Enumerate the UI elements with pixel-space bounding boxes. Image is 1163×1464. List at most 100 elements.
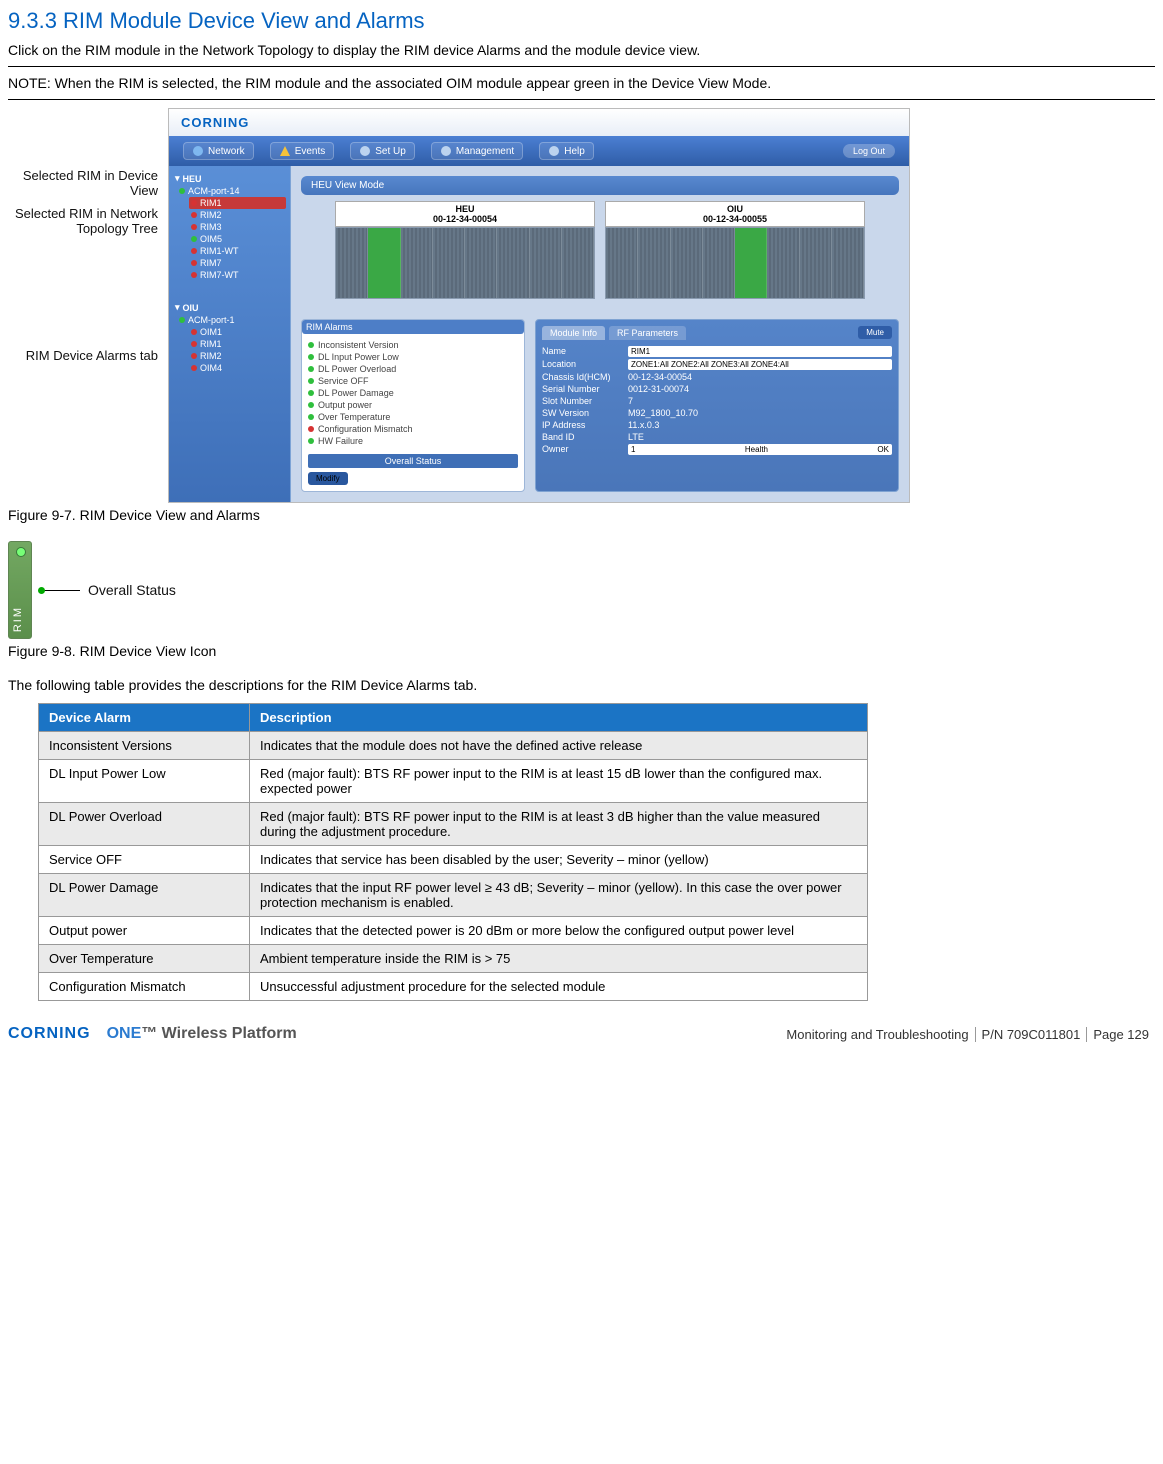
alarm-item: Configuration Mismatch [308,424,518,434]
alarm-item: Over Temperature [308,412,518,422]
alarm-item: HW Failure [308,436,518,446]
tree-node[interactable]: ACM-port-14 [177,185,286,197]
alarm-label: Output power [318,400,372,410]
status-led-icon [191,353,197,359]
alarm-label: DL Input Power Low [318,352,399,362]
cell-desc: Unsuccessful adjustment procedure for th… [250,973,868,1001]
toolbar-network-label: Network [208,146,245,157]
status-led-icon [179,188,185,194]
tree-label: RIM2 [200,351,222,361]
toolbar-management[interactable]: Management [431,142,523,160]
prop-key: Slot Number [542,396,622,406]
status-led-icon [191,272,197,278]
rack-serial: 00-12-34-00054 [433,214,497,224]
prop-val: 1 [631,445,635,454]
tree-label: RIM7 [200,258,222,268]
prop-val: RIM1 [628,346,892,357]
callout-1: Selected RIM in Device View [8,168,158,198]
overall-status-callout: Overall Status [88,582,176,598]
properties-panel: Mute Module Info RF Parameters NameRIM1 … [535,319,899,492]
tree-node[interactable]: RIM3 [189,221,286,233]
col-header-alarm: Device Alarm [39,704,250,732]
tree-label: OIM4 [200,363,222,373]
toolbar-setup[interactable]: Set Up [350,142,415,160]
one-suffix: Wireless Platform [157,1025,296,1042]
tab-module-info[interactable]: Module Info [542,326,605,340]
tree-node[interactable]: RIM2 [189,350,286,362]
cell-alarm: Service OFF [39,846,250,874]
tree-node[interactable]: RIM2 [189,209,286,221]
status-led-icon [191,236,197,242]
status-led-icon [191,329,197,335]
cell-desc: Ambient temperature inside the RIM is > … [250,945,868,973]
status-led-icon [308,438,314,444]
tree-node[interactable]: RIM1-WT [189,245,286,257]
status-led-icon [191,200,197,206]
cell-desc: Red (major fault): BTS RF power input to… [250,760,868,803]
rack-heu[interactable]: HEU00-12-34-00054 [335,201,595,299]
alarm-label: Over Temperature [318,412,390,422]
tab-rf-parameters[interactable]: RF Parameters [609,326,686,340]
tree-label: OIM5 [200,234,222,244]
divider [8,99,1155,100]
tree-label: HEU [183,174,202,184]
alarm-label: DL Power Overload [318,364,396,374]
status-led-icon [191,341,197,347]
cell-alarm: Configuration Mismatch [39,973,250,1001]
tree-label: OIM1 [200,327,222,337]
status-led-icon [191,260,197,266]
tree-node[interactable]: RIM1 [189,338,286,350]
alarm-label: DL Power Damage [318,388,394,398]
toolbar-management-label: Management [456,146,514,157]
rack-oiu[interactable]: OIU00-12-34-00055 [605,201,865,299]
note-text: NOTE: When the RIM is selected, the RIM … [8,75,1155,91]
status-led-icon [308,414,314,420]
prop-val: 7 [628,396,892,406]
rack-serial: 00-12-34-00055 [703,214,767,224]
icon-figure: RIM Overall Status [8,541,1155,639]
modify-button[interactable]: Modify [308,472,348,485]
alarm-label: Inconsistent Version [318,340,399,350]
tree-node[interactable]: OIM5 [189,233,286,245]
logout-button[interactable]: Log Out [843,144,895,158]
alarm-item: DL Power Overload [308,364,518,374]
health-value: OK [877,445,889,454]
cell-desc: Indicates that the detected power is 20 … [250,917,868,945]
toolbar-events-label: Events [295,146,326,157]
footer-pn: P/N 709C011801 [975,1027,1087,1042]
tree-node-selected-rim[interactable]: RIM1 [189,197,286,209]
tree-node[interactable]: OIM1 [189,326,286,338]
help-icon [548,145,560,157]
callout-arrow-icon [40,590,80,591]
status-led-icon [308,390,314,396]
alarm-item: Service OFF [308,376,518,386]
topology-tree[interactable]: ▾HEU ACM-port-14 RIM1 RIM2 RIM3 OIM5 RIM… [169,166,291,502]
prop-val: 11.x.0.3 [628,420,892,430]
tree-node[interactable]: OIM4 [189,362,286,374]
mute-button[interactable]: Mute [858,326,892,339]
prop-val: M92_1800_10.70 [628,408,892,418]
toolbar-network[interactable]: Network [183,142,254,160]
rim-device-icon: RIM [8,541,32,639]
alarm-item: DL Input Power Low [308,352,518,362]
tree-node[interactable]: ACM-port-1 [177,314,286,326]
tree-label: RIM1 [200,198,222,208]
prop-key: Band ID [542,432,622,442]
status-led-icon [308,378,314,384]
toolbar-help[interactable]: Help [539,142,594,160]
status-led-icon [191,365,197,371]
tree-root-oiu[interactable]: ▾OIU [173,301,286,314]
selected-rim-slot[interactable] [368,228,400,298]
prop-key: IP Address [542,420,622,430]
tree-label: ACM-port-14 [188,186,240,196]
tree-root-heu[interactable]: ▾HEU [173,172,286,185]
toolbar-events[interactable]: Events [270,142,335,160]
associated-oim-slot[interactable] [735,228,767,298]
app-brand: CORNING [169,109,909,136]
toolbar-help-label: Help [564,146,585,157]
tree-node[interactable]: RIM7-WT [189,269,286,281]
alarms-panel: RIM Alarms Inconsistent Version DL Input… [301,319,525,492]
status-led-icon [308,342,314,348]
tree-node[interactable]: RIM7 [189,257,286,269]
alarm-item: DL Power Damage [308,388,518,398]
